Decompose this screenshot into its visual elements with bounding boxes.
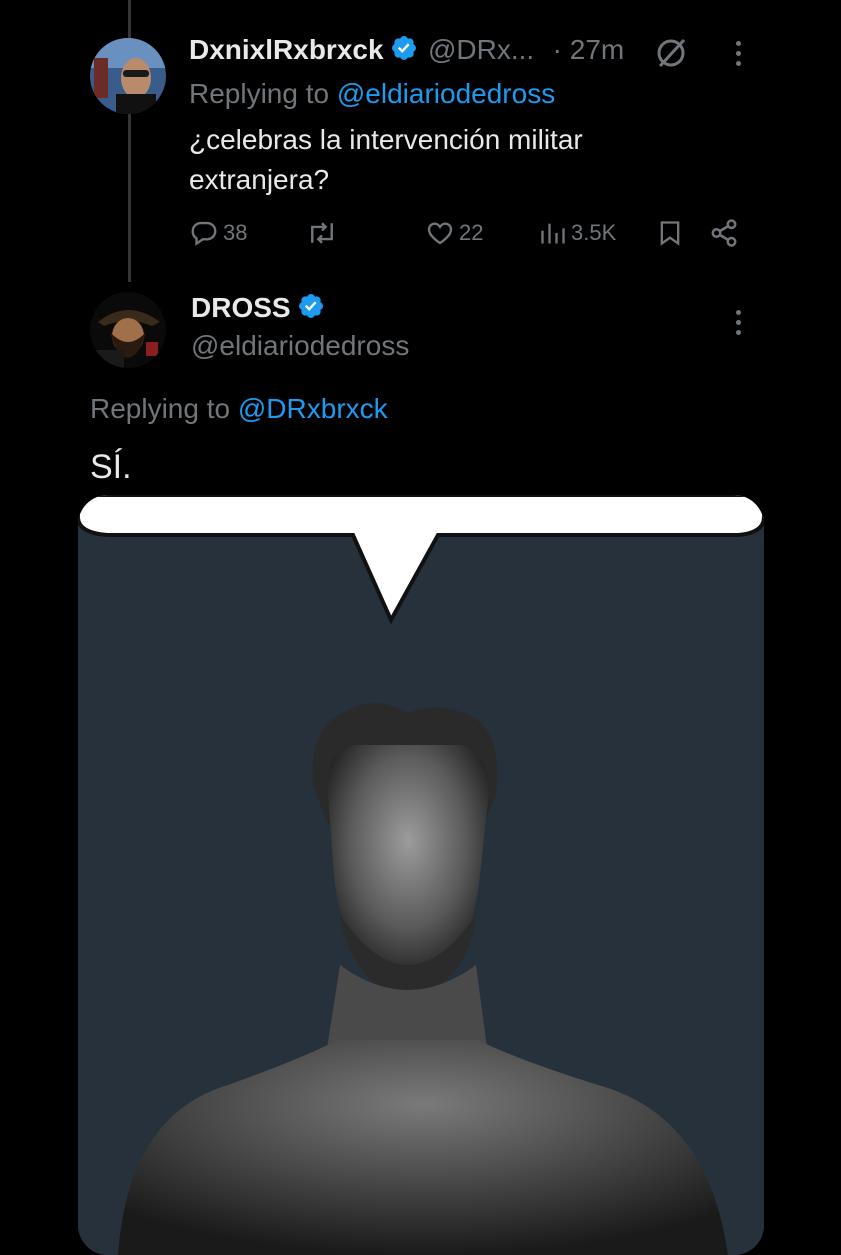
- views-button[interactable]: 3.5K: [539, 218, 616, 248]
- reply-button[interactable]: 38: [189, 218, 247, 248]
- replying-to-mention[interactable]: @DRxbrxck: [238, 393, 388, 424]
- retweet-button[interactable]: [305, 218, 339, 248]
- display-name[interactable]: DROSS: [191, 292, 291, 323]
- tweet-text-line: ¿celebras la intervención militar: [189, 124, 583, 155]
- more-icon[interactable]: [734, 310, 742, 335]
- share-icon: [709, 218, 739, 248]
- verified-badge-icon: [390, 34, 418, 67]
- like-count: 22: [459, 220, 484, 245]
- retweet-icon: [305, 218, 339, 248]
- reply-icon: [189, 218, 219, 248]
- share-button[interactable]: [709, 218, 739, 248]
- timestamp[interactable]: · 27m: [553, 34, 625, 65]
- display-name[interactable]: DxnixlRxbrxck: [189, 34, 384, 65]
- bookmark-icon: [656, 218, 684, 248]
- views-count: 3.5K: [571, 220, 617, 245]
- bookmark-button[interactable]: [656, 218, 684, 248]
- replying-to: Replying to @DRxbrxck: [90, 393, 388, 425]
- replying-to-label: Replying to: [189, 78, 330, 109]
- replying-to: Replying to @eldiariodedross: [189, 78, 555, 110]
- tweet-media[interactable]: [78, 495, 764, 1255]
- tweet-text: ¿celebras la intervención militar extran…: [189, 120, 583, 200]
- tweet-text: SÍ.: [90, 448, 132, 486]
- handle[interactable]: @DRx...: [428, 34, 534, 65]
- verified-badge-icon: [297, 292, 325, 325]
- avatar[interactable]: [90, 38, 166, 114]
- reply-count: 38: [223, 220, 248, 245]
- handle[interactable]: @eldiariodedross: [191, 330, 409, 362]
- tweet-text-line: extranjera?: [189, 164, 330, 195]
- meme-image: [78, 495, 764, 1255]
- grok-icon[interactable]: [654, 36, 688, 75]
- replying-to-label: Replying to: [90, 393, 231, 424]
- like-button[interactable]: 22: [425, 218, 483, 248]
- views-icon: [539, 218, 567, 248]
- more-icon[interactable]: [734, 41, 742, 66]
- avatar[interactable]: [90, 292, 166, 368]
- replying-to-mention[interactable]: @eldiariodedross: [337, 78, 555, 109]
- like-icon: [425, 218, 455, 248]
